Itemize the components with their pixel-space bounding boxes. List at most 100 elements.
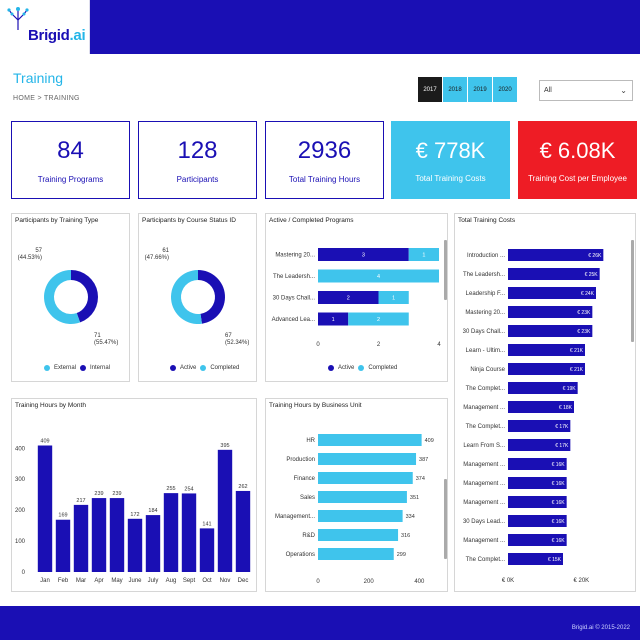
category-label: Production bbox=[286, 457, 315, 463]
scrollbar[interactable] bbox=[444, 240, 447, 300]
tick-label: 200 bbox=[364, 579, 375, 585]
panel-training-hours-by-month: Training Hours by Month 0 100 200 300 400 409… bbox=[11, 398, 257, 592]
category-label: Mar bbox=[76, 578, 86, 584]
category-label: Jan bbox=[40, 578, 50, 584]
kpi-label: Training Programs bbox=[37, 174, 104, 184]
kpi-label: Participants bbox=[176, 174, 219, 184]
category-label: Apr bbox=[94, 578, 103, 584]
bar bbox=[163, 493, 179, 572]
data-label: 409 bbox=[425, 438, 434, 444]
data-label: 334 bbox=[406, 514, 415, 520]
year-button-2020[interactable]: 2020 bbox=[493, 77, 517, 102]
category-label: 30 Days Lead... bbox=[463, 519, 505, 525]
category-label: The Complet... bbox=[466, 557, 506, 563]
filter-value: All bbox=[544, 87, 552, 94]
category-label: Operations bbox=[286, 552, 315, 558]
year-button-2017[interactable]: 2017 bbox=[418, 77, 442, 102]
category-label: Sept bbox=[183, 578, 196, 584]
category-label: Learn - Ultim... bbox=[466, 348, 506, 354]
category-label: Mastering 20... bbox=[275, 253, 315, 259]
kpi-total-training-hours: 2936 Total Training Hours bbox=[265, 121, 384, 199]
kpi-total-training-costs: € 778K Total Training Costs bbox=[391, 121, 510, 199]
category-label: Leadership F... bbox=[466, 291, 506, 297]
tick-label: € 0K bbox=[502, 578, 514, 584]
legend-dot bbox=[200, 365, 207, 371]
bar bbox=[37, 445, 53, 572]
bar bbox=[318, 472, 413, 484]
bar bbox=[127, 518, 143, 572]
data-label: 71 bbox=[94, 333, 101, 339]
filter-dropdown[interactable]: All ⌄ bbox=[539, 80, 633, 101]
data-label: (55.47%) bbox=[94, 340, 118, 346]
data-label: 395 bbox=[220, 443, 229, 449]
data-label: 1 bbox=[332, 317, 335, 323]
data-label: € 25K bbox=[585, 272, 599, 278]
data-label: 387 bbox=[419, 457, 428, 463]
chart-legend: Active Completed bbox=[170, 365, 239, 371]
scrollbar[interactable] bbox=[631, 240, 634, 342]
data-label: € 19K bbox=[563, 386, 577, 392]
bar bbox=[318, 491, 407, 503]
data-label: € 16K bbox=[552, 538, 566, 544]
year-button-2018[interactable]: 2018 bbox=[443, 77, 467, 102]
kpi-value: 128 bbox=[177, 136, 218, 164]
bar-chart-training-costs: Introduction ... € 26K The Leadersh... € 25… bbox=[463, 249, 604, 584]
data-label: € 18K bbox=[559, 405, 573, 411]
data-label: € 23K bbox=[577, 310, 591, 316]
tick-label: 4 bbox=[437, 342, 441, 348]
category-label: R&D bbox=[302, 533, 315, 539]
category-label: Finance bbox=[294, 476, 316, 482]
tick-label: 300 bbox=[15, 477, 26, 483]
category-label: Management ... bbox=[463, 462, 505, 468]
logo[interactable]: Brigid.ai bbox=[0, 0, 90, 54]
category-label: Management ... bbox=[463, 481, 505, 487]
legend-label: Completed bbox=[368, 365, 398, 371]
kpi-value: € 6.08K bbox=[539, 137, 616, 163]
data-label: 262 bbox=[238, 484, 247, 490]
chart-legend: External Internal bbox=[44, 365, 110, 371]
kpi-participants: 128 Participants bbox=[138, 121, 257, 199]
panel-participants-by-training-type: Participants by Training Type 57 (44.53%)… bbox=[11, 213, 130, 382]
scrollbar[interactable] bbox=[444, 479, 447, 559]
category-label: Nov bbox=[220, 578, 231, 584]
category-label: Oct bbox=[202, 578, 212, 584]
donut-chart-course-status: 61(47.66%) 67(52.34%) bbox=[145, 248, 250, 346]
bar bbox=[318, 510, 403, 522]
data-label: (47.66%) bbox=[145, 255, 169, 261]
legend-dot bbox=[170, 365, 176, 371]
category-label: Advanced Lea... bbox=[272, 317, 316, 323]
column-chart-hours-by-month: 0 100 200 300 400 409 Jan 169 Feb 217 Mar 239 Apr 239… bbox=[15, 438, 251, 584]
copyright-text: Brigid.ai © 2015-2022 bbox=[571, 625, 630, 631]
category-label: 30 Days Chall... bbox=[463, 329, 506, 335]
category-label: May bbox=[111, 578, 122, 584]
data-label: 169 bbox=[58, 513, 67, 519]
legend-label: Active bbox=[338, 365, 355, 371]
breadcrumb: HOME > TRAINING bbox=[13, 95, 80, 102]
kpi-value: € 778K bbox=[415, 137, 486, 163]
category-label: Management ... bbox=[463, 405, 505, 411]
data-label: € 16K bbox=[552, 462, 566, 468]
data-label: € 16K bbox=[552, 519, 566, 525]
tick-label: 2 bbox=[377, 342, 381, 348]
bar bbox=[217, 449, 233, 572]
category-label: Dec bbox=[238, 578, 249, 584]
category-label: June bbox=[128, 578, 142, 584]
tick-label: € 20K bbox=[573, 578, 589, 584]
tick-label: 0 bbox=[22, 570, 26, 576]
kpi-value: 84 bbox=[57, 136, 84, 164]
data-label: 374 bbox=[416, 476, 425, 482]
year-button-2019[interactable]: 2019 bbox=[468, 77, 492, 102]
legend-label: Active bbox=[180, 365, 197, 371]
bar bbox=[318, 453, 417, 465]
data-label: 1 bbox=[392, 296, 395, 302]
data-label: 2 bbox=[347, 296, 350, 302]
data-label: 299 bbox=[397, 552, 406, 558]
tick-label: 0 bbox=[316, 579, 320, 585]
category-label: Aug bbox=[166, 578, 177, 584]
bar bbox=[318, 529, 399, 541]
page-title: Training bbox=[13, 70, 64, 86]
bar bbox=[318, 434, 422, 446]
category-label: Management... bbox=[275, 514, 315, 520]
data-label: € 16K bbox=[552, 500, 566, 506]
category-label: HR bbox=[306, 438, 315, 444]
